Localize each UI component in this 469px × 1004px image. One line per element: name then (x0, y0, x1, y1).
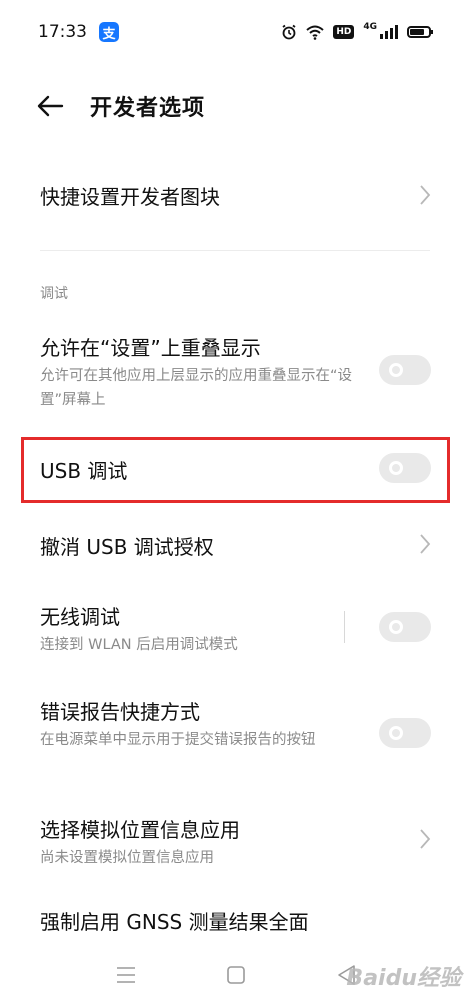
wireless-debugging-subtitle: 连接到 WLAN 后启用调试模式 (40, 637, 238, 653)
network-label: 4G (363, 22, 377, 32)
gnss-full-measurement-item[interactable]: 强制启用 GNSS 测量结果全面 (0, 900, 469, 950)
mock-location-app-title: 选择模拟位置信息应用 (40, 818, 240, 842)
battery-icon (407, 26, 433, 38)
bug-report-shortcut-item[interactable]: 错误报告快捷方式 在电源菜单中显示用于提交错误报告的按钮 (0, 690, 469, 780)
wireless-debugging-toggle[interactable] (379, 612, 431, 642)
watermark: Baidu经验 (346, 966, 461, 991)
section-divider (40, 250, 430, 251)
chevron-right-icon (420, 829, 431, 849)
status-time: 17:33 (38, 22, 87, 42)
chevron-right-icon (420, 185, 431, 205)
page-header: 开发者选项 (0, 76, 469, 136)
bug-report-shortcut-title: 错误报告快捷方式 (40, 700, 200, 724)
gnss-full-measurement-title: 强制启用 GNSS 测量结果全面 (40, 910, 309, 934)
hd-icon: HD (333, 25, 355, 39)
quick-settings-tiles-item[interactable]: 快捷设置开发者图块 (0, 160, 469, 230)
bug-report-shortcut-subtitle: 在电源菜单中显示用于提交错误报告的按钮 (40, 732, 316, 748)
toggle-knob (389, 620, 403, 634)
menu-icon[interactable] (116, 966, 136, 984)
mock-location-app-subtitle: 尚未设置模拟位置信息应用 (40, 850, 214, 866)
mock-location-app-item[interactable]: 选择模拟位置信息应用 尚未设置模拟位置信息应用 (0, 808, 469, 878)
overlay-settings-toggle[interactable] (379, 355, 431, 385)
highlight-box (21, 437, 450, 503)
alarm-icon (282, 24, 296, 40)
wireless-debugging-item[interactable]: 无线调试 连接到 WLAN 后启用调试模式 (0, 595, 469, 665)
revoke-usb-auth-item[interactable]: 撤消 USB 调试授权 (0, 510, 469, 576)
revoke-usb-auth-title: 撤消 USB 调试授权 (40, 535, 214, 559)
quick-settings-tiles-title: 快捷设置开发者图块 (40, 185, 220, 209)
home-icon[interactable] (226, 965, 246, 985)
page-title: 开发者选项 (90, 96, 206, 121)
overlay-settings-item[interactable]: 允许在“设置”上重叠显示 允许可在其他应用上层显示的应用重叠显示在“设置”屏幕上 (0, 320, 469, 420)
signal-icon (380, 25, 398, 39)
wifi-icon (306, 25, 324, 40)
chevron-right-icon (420, 534, 431, 554)
section-label-debug: 调试 (40, 286, 68, 302)
status-bar: 17:33 支 HD 4G (0, 0, 469, 64)
status-right: HD 4G (281, 22, 433, 40)
overlay-settings-subtitle: 允许可在其他应用上层显示的应用重叠显示在“设置”屏幕上 (40, 368, 353, 408)
toggle-knob (389, 363, 403, 377)
status-left: 17:33 支 (38, 22, 119, 42)
vertical-divider (344, 611, 345, 643)
toggle-knob (389, 726, 403, 740)
alipay-icon: 支 (99, 22, 119, 42)
wireless-debugging-title: 无线调试 (40, 605, 120, 629)
bug-report-shortcut-toggle[interactable] (379, 718, 431, 748)
arrow-left-icon[interactable] (36, 94, 64, 118)
overlay-settings-title: 允许在“设置”上重叠显示 (40, 336, 261, 360)
